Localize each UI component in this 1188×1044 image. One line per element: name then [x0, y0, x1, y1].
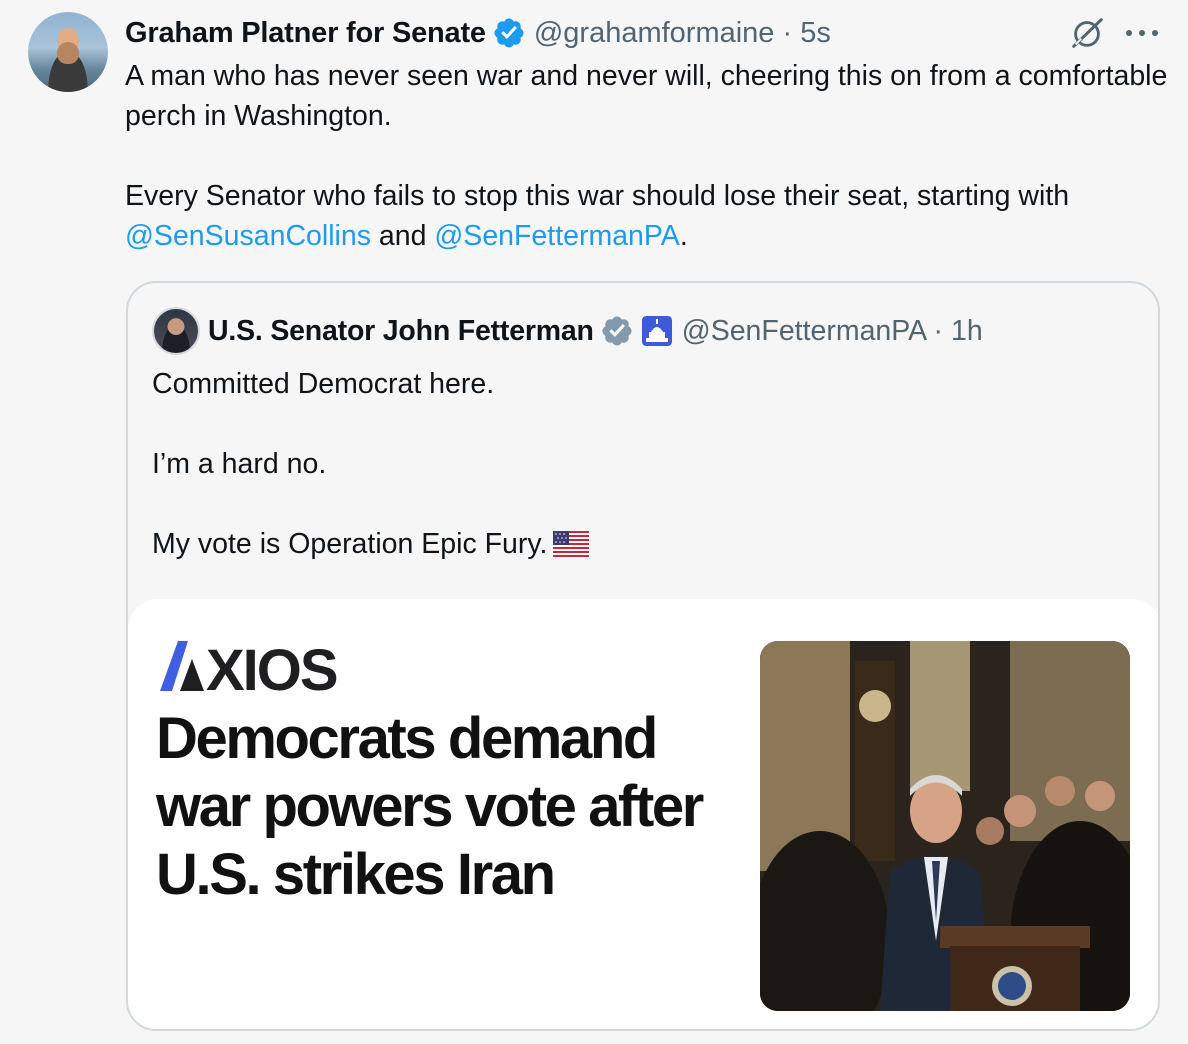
avatar-beard — [57, 42, 79, 64]
capitol-icon — [641, 316, 672, 346]
card-headline: Democrats demand war powers vote after U… — [156, 706, 704, 907]
quoted-timestamp[interactable]: 1h — [951, 315, 983, 347]
tweet-paragraph-2-text: Every Senator who fails to stop this war… — [125, 180, 1078, 212]
link-card[interactable]: XIOS Democrats demand war powers vote af… — [128, 599, 1158, 1029]
news-photo-scene — [760, 641, 1130, 1011]
quoted-handle[interactable]: @SenFettermanPA — [682, 315, 926, 347]
more-icon[interactable] — [1124, 16, 1160, 50]
tweet[interactable]: Graham Platner for Senate @grahamformain… — [0, 0, 1188, 1044]
quoted-line-with-flag: My vote is Operation Epic Fury. — [152, 524, 1132, 564]
publisher-name: XIOS — [206, 638, 339, 703]
quoted-line: Committed Democrat here. — [152, 368, 495, 400]
mention-link-fetterman[interactable]: @SenFettermanPA — [434, 220, 679, 252]
handle[interactable]: @grahamformaine — [534, 17, 775, 49]
quoted-line: I’m a hard no. — [152, 448, 327, 480]
separator-dot: · — [933, 314, 951, 347]
separator-dot: · — [782, 16, 801, 49]
us-flag-icon — [553, 531, 590, 557]
quoted-line: My vote is Operation Epic Fury. — [152, 528, 548, 560]
quoted-text: Committed Democrat here. I’m a hard no. … — [152, 364, 1132, 564]
quoted-handle-time: @SenFettermanPA · 1h — [682, 315, 983, 348]
quoted-header: U.S. Senator John Fetterman @SenFetterma… — [208, 311, 983, 351]
quoted-display-name[interactable]: U.S. Senator John Fetterman — [208, 315, 594, 348]
tweet-paragraph-2: Every Senator who fails to stop this war… — [125, 176, 1175, 256]
timestamp[interactable]: 5s — [800, 17, 831, 49]
suffix-text: . — [679, 220, 688, 252]
mention-link-collins[interactable]: @SenSusanCollins — [125, 220, 371, 252]
handle-time: @grahamformaine · 5s — [534, 17, 831, 50]
verified-badge-icon — [494, 18, 524, 48]
connector-text: and — [370, 220, 435, 252]
display-name[interactable]: Graham Platner for Senate — [125, 17, 486, 50]
avatar[interactable] — [28, 12, 108, 92]
quoted-avatar[interactable] — [152, 307, 200, 355]
news-photo — [760, 641, 1130, 1011]
tweet-text: A man who has never seen war and never w… — [125, 56, 1175, 256]
gray-verified-badge-icon — [602, 316, 632, 346]
tweet-header: Graham Platner for Senate @grahamformain… — [125, 14, 831, 52]
tweet-paragraph-1: A man who has never seen war and never w… — [125, 60, 1176, 132]
grok-icon[interactable] — [1068, 14, 1106, 52]
quoted-tweet[interactable]: U.S. Senator John Fetterman @SenFetterma… — [126, 281, 1160, 1031]
